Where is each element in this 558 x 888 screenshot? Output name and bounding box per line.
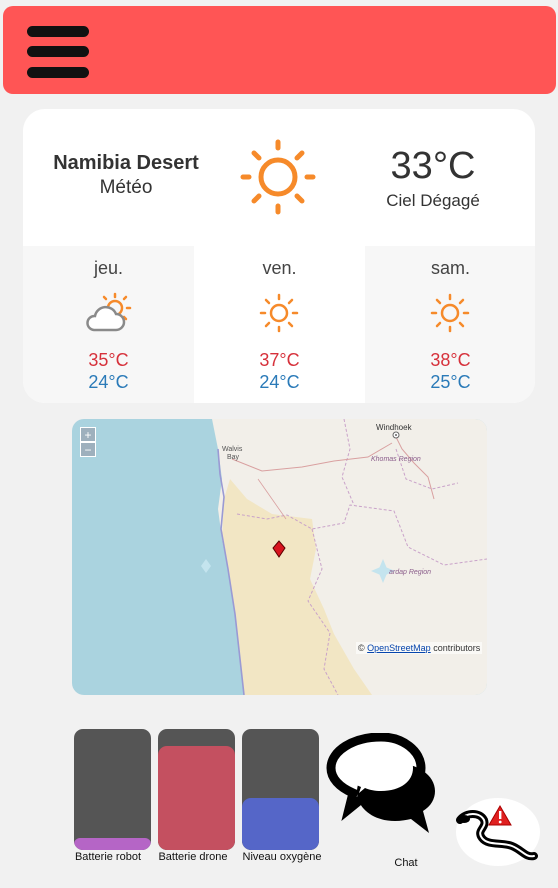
attribution-suffix: contributors [433,643,481,653]
map[interactable]: Windhoek Walvis Bay Khomas Region ardap … [72,419,487,695]
forecast-day-label: jeu. [93,258,124,278]
zoom-control: + − [80,427,96,457]
drone-battery-gauge [158,729,235,850]
oxygen-level-label: Niveau oxygène [242,851,322,863]
weather-description: Ciel Dégagé [386,191,480,210]
location-name: Namibia Desert [53,152,199,174]
attribution-prefix: © [358,643,365,653]
forecast-day: jeu. 35°C 24°C [23,246,194,403]
drone-battery-label: Batterie drone [158,851,228,863]
sun-icon [259,293,299,333]
top-bar [3,6,556,94]
forecast-day-label: sam. [430,258,470,278]
snake-warning-icon [456,805,538,861]
oxygen-level-gauge [242,729,319,850]
zoom-in-button[interactable]: + [80,427,96,442]
map-label-walvis: Walvis [222,446,243,453]
forecast-low: 25°C [430,372,471,392]
forecast-high: 35°C [88,350,129,370]
chat-bubbles-icon[interactable] [325,733,441,837]
forecast-low: 24°C [88,372,129,392]
map-label-bay: Bay [227,454,240,461]
map-attribution: © OpenStreetMap contributors [356,642,483,654]
forecast-day-label: ven. [262,258,297,278]
forecast-high: 38°C [430,350,471,370]
robot-battery-label: Batterie robot [74,851,142,863]
gauge-fill [74,837,151,850]
zoom-out-button[interactable]: − [80,442,96,457]
sun-icon [240,139,316,215]
map-label-khomas: Khomas Region [371,456,421,463]
forecast-day: ven. 37°C 24°C [194,246,365,403]
forecast-low: 24°C [259,372,300,392]
hamburger-menu-icon[interactable] [23,26,93,84]
robot-battery-gauge [74,729,151,850]
current-temperature: 33°C [390,145,476,187]
map-label-windhoek: Windhoek [376,423,413,432]
openstreetmap-link[interactable]: OpenStreetMap [367,643,431,653]
partly-cloudy-icon [86,292,132,332]
chat-label: Chat [394,857,418,869]
weather-subtitle: Météo [99,177,153,198]
weather-card: Namibia Desert Météo 33°C Ciel Dégagé je… [23,109,535,403]
gauge-fill [242,797,319,850]
gauge-fill [158,745,235,850]
snake-alert-button[interactable] [456,798,540,866]
forecast-high: 37°C [259,350,300,370]
forecast-day: sam. 38°C 25°C [365,246,535,403]
map-label-hardap: ardap Region [389,569,431,576]
sun-icon [430,293,470,333]
